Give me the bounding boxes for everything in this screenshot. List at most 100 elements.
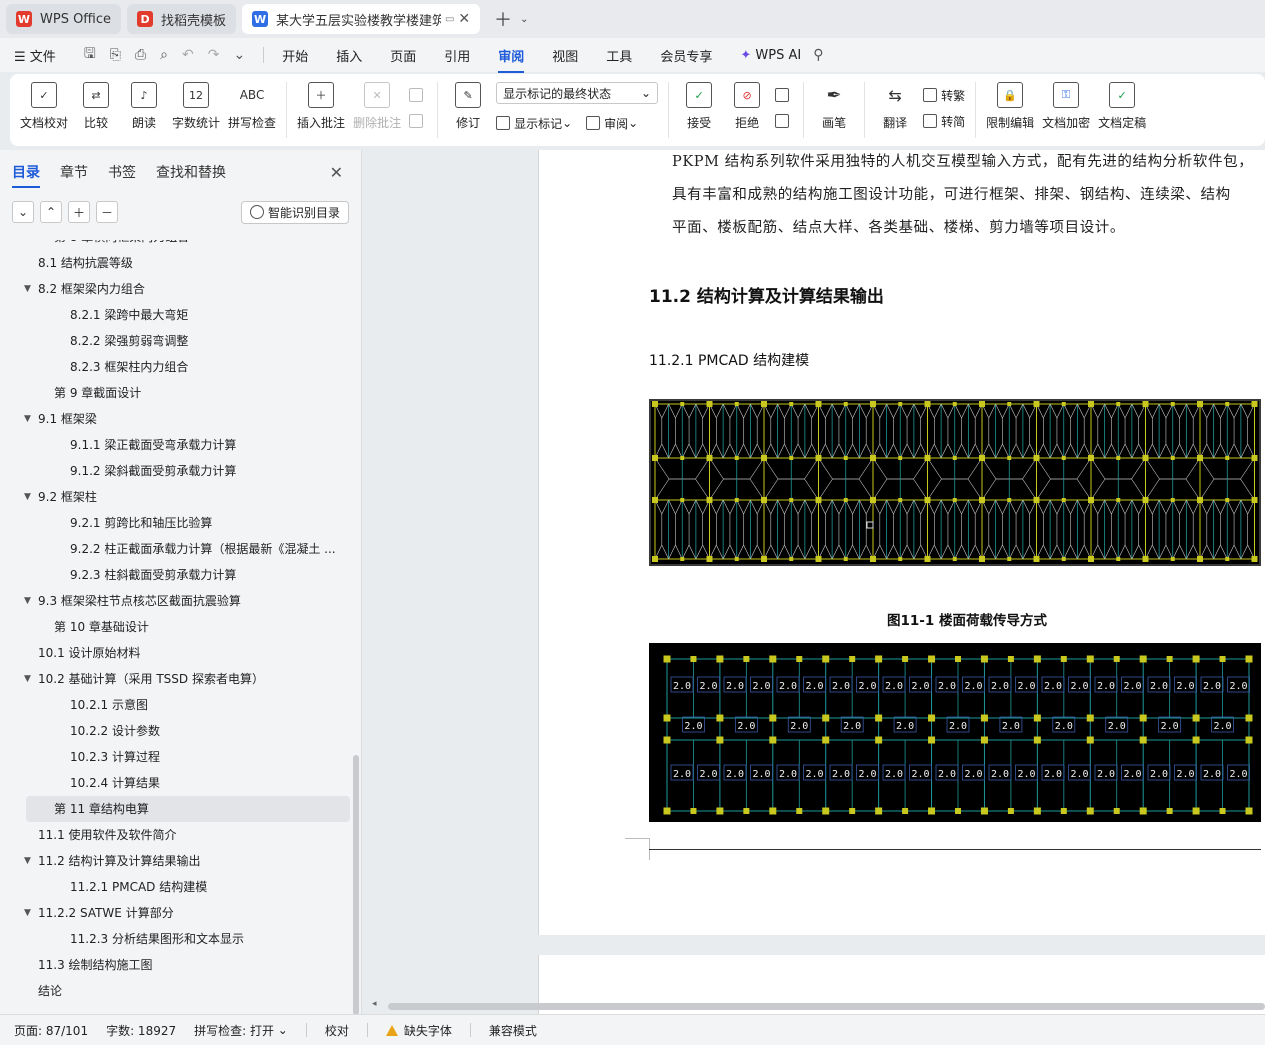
minus-icon[interactable]: －	[96, 201, 118, 223]
toc-item[interactable]: ▼ 11.2.2 SATWE 计算部分	[0, 900, 352, 926]
toc-item[interactable]: 11.3 绘制结构施工图	[0, 952, 352, 978]
tab-find-replace[interactable]: 查找和替换	[156, 162, 226, 182]
missing-font-button[interactable]: 缺失字体	[385, 1022, 452, 1039]
toc-item[interactable]: 11.1 使用软件及软件简介	[0, 822, 352, 848]
expand-arrow-icon[interactable]: ▼	[24, 848, 31, 874]
toc-item[interactable]: 第 9 章截面设计	[0, 380, 352, 406]
sidebar-scrollbar[interactable]	[353, 755, 359, 1015]
word-count-button[interactable]: 12 字数统计	[172, 82, 220, 131]
expand-arrow-icon[interactable]: ▼	[24, 900, 31, 926]
translate-button[interactable]: ⇆ 翻译	[875, 82, 915, 131]
toc-item[interactable]: 11.2.3 分析结果图形和文本显示	[0, 926, 352, 952]
spell-check-status[interactable]: 拼写检查: 打开 ⌄	[194, 1022, 288, 1039]
expand-arrow-icon[interactable]: ▼	[24, 406, 31, 432]
spell-check-button[interactable]: ABC 拼写检查	[228, 82, 276, 131]
toc-item[interactable]: 8.1 结构抗震等级	[0, 250, 352, 276]
page-indicator[interactable]: 页面: 87/101	[14, 1022, 88, 1039]
toc-item[interactable]: 10.2.4 计算结果	[0, 770, 352, 796]
menu-page[interactable]: 页面	[390, 46, 416, 65]
tab-bookmarks[interactable]: 书签	[108, 162, 136, 182]
read-aloud-button[interactable]: ♪ 朗读	[124, 82, 164, 131]
menu-tools[interactable]: 工具	[606, 46, 632, 65]
encrypt-button[interactable]: ⚿ 文档加密	[1042, 82, 1090, 131]
menu-start[interactable]: 开始	[282, 46, 308, 65]
proofread-button[interactable]: 校对	[325, 1022, 349, 1039]
smart-toc-button[interactable]: 智能识别目录	[240, 200, 349, 224]
show-markup-button[interactable]: 显示标记 ⌄	[496, 110, 572, 136]
finalize-button[interactable]: ✓ 文档定稿	[1098, 82, 1146, 131]
accept-button[interactable]: ✓ 接受	[679, 82, 719, 131]
toc-item[interactable]: 10.1 设计原始材料	[0, 640, 352, 666]
expand-arrow-icon[interactable]: ▼	[24, 484, 31, 510]
menu-reference[interactable]: 引用	[444, 46, 470, 65]
menu-view[interactable]: 视图	[552, 46, 578, 65]
toc-item[interactable]: ▼ 8.2 框架梁内力组合	[0, 276, 352, 302]
toc-item[interactable]: ▼ 9.2 框架柱	[0, 484, 352, 510]
toc-item[interactable]: 9.2.3 柱斜截面受剪承载力计算	[0, 562, 352, 588]
toc-item[interactable]: 9.1.2 梁斜截面受剪承载力计算	[0, 458, 352, 484]
toc-item[interactable]: 9.1.1 梁正截面受弯承载力计算	[0, 432, 352, 458]
restrict-edit-button[interactable]: 🔒 限制编辑	[986, 82, 1034, 131]
toc-item[interactable]: 第 10 章基础设计	[0, 614, 352, 640]
toc-item[interactable]: 第 11 章结构电算	[26, 796, 350, 822]
toc-item[interactable]: 10.2.3 计算过程	[0, 744, 352, 770]
chevron-down-icon[interactable]: ⌄	[233, 47, 245, 63]
new-tab-icon[interactable]: ＋	[494, 6, 512, 32]
plus-icon[interactable]: ＋	[68, 201, 90, 223]
tab-toc[interactable]: 目录	[12, 162, 40, 188]
review-pane-button[interactable]: 审阅 ⌄	[586, 110, 638, 136]
toc-item[interactable]: 8.2.3 框架柱内力组合	[0, 354, 352, 380]
toc-item[interactable]: ▼ 9.1 框架梁	[0, 406, 352, 432]
print-preview-icon[interactable]: ⌕	[160, 47, 168, 63]
expand-arrow-icon[interactable]: ▼	[24, 276, 31, 302]
toc-item[interactable]: ▼ 10.2 基础计算（采用 TSSD 探索者电算）	[0, 666, 352, 692]
menu-insert[interactable]: 插入	[336, 46, 362, 65]
toc-item[interactable]: 8.2.1 梁跨中最大弯矩	[0, 302, 352, 328]
next-comment-icon[interactable]	[409, 108, 427, 134]
horizontal-scrollbar[interactable]: ◂	[372, 999, 1265, 1011]
close-icon[interactable]: ✕	[330, 163, 343, 182]
tab-sections[interactable]: 章节	[60, 162, 88, 182]
file-menu[interactable]: ☰ 文件	[14, 46, 56, 65]
close-tab-icon[interactable]: ✕	[458, 11, 470, 27]
chevron-down-icon[interactable]: ⌄	[12, 201, 34, 223]
next-change-icon[interactable]	[775, 108, 793, 134]
save-icon[interactable]: 🖫	[84, 43, 96, 67]
toc-item[interactable]: 9.2.1 剪跨比和轴压比验算	[0, 510, 352, 536]
share-icon[interactable]: ⎘	[110, 47, 121, 63]
expand-arrow-icon[interactable]: ▼	[24, 666, 31, 692]
reject-button[interactable]: ⊘ 拒绝	[727, 82, 767, 131]
revise-button[interactable]: ✎ 修订	[448, 82, 488, 131]
scroll-thumb[interactable]	[388, 1003, 1265, 1010]
tab-wps-office[interactable]: W WPS Office	[6, 4, 122, 34]
undo-icon[interactable]: ↶	[182, 47, 194, 63]
document-page[interactable]: PKPM 结构系列软件采用独特的人机交互模型输入方式，配有先进的结构分析软件包，…	[538, 150, 1265, 935]
menu-member[interactable]: 会员专享	[660, 46, 712, 65]
toc-item[interactable]: ▼ 11.2 结构计算及计算结果输出	[0, 848, 352, 874]
search-icon[interactable]: ⚲	[813, 47, 823, 63]
menu-review[interactable]: 审阅	[498, 46, 525, 73]
chevron-down-icon[interactable]: ⌄	[520, 14, 528, 25]
toc-item[interactable]: 11.2.1 PMCAD 结构建模	[0, 874, 352, 900]
tab-template[interactable]: D 找稻壳模板	[127, 4, 237, 34]
toc-item[interactable]: 8.2.2 梁强剪弱弯调整	[0, 328, 352, 354]
doc-check-button[interactable]: ✓ 文档校对	[20, 82, 68, 131]
to-simplified-button[interactable]: 转简	[923, 108, 965, 134]
tab-document[interactable]: W 某大学五层实验楼教学楼建筑 ▭ ✕	[242, 4, 481, 34]
insert-comment-button[interactable]: ＋ 插入批注	[297, 82, 345, 131]
markup-state-select[interactable]: 显示标记的最终状态 ⌄	[496, 82, 659, 104]
expand-arrow-icon[interactable]: ▼	[24, 588, 31, 614]
toc-item[interactable]: 结论	[0, 978, 352, 1004]
toc-item[interactable]: 10.2.1 示意图	[0, 692, 352, 718]
print-icon[interactable]: ⎙	[135, 47, 146, 63]
toc-item[interactable]: 第 8 章横向框架内力组合	[0, 240, 352, 250]
prev-comment-icon[interactable]	[409, 82, 427, 108]
pen-button[interactable]: ✒ 画笔	[814, 82, 854, 131]
prev-change-icon[interactable]	[775, 82, 793, 108]
compare-button[interactable]: ⇄ 比较	[76, 82, 116, 131]
scroll-left-icon[interactable]: ◂	[372, 999, 377, 1009]
to-traditional-button[interactable]: 转繁	[923, 82, 965, 108]
chevron-up-icon[interactable]: ⌃	[40, 201, 62, 223]
wps-ai-button[interactable]: ✦ WPS AI	[740, 48, 801, 63]
toc-item[interactable]: ▼ 9.3 框架梁柱节点核芯区截面抗震验算	[0, 588, 352, 614]
